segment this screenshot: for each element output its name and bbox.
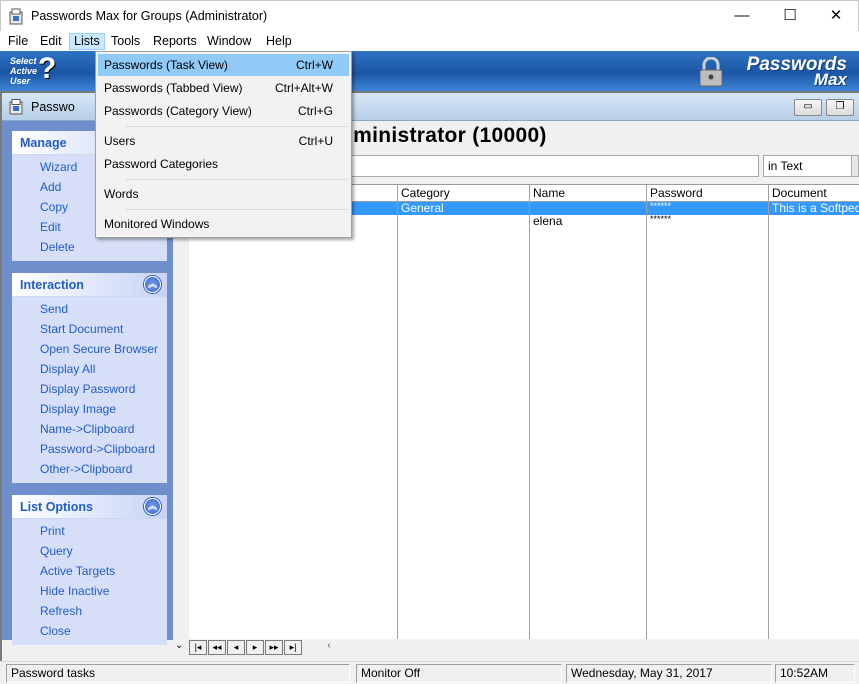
- lists-menu-dropdown: Passwords (Task View) Ctrl+W Passwords (…: [95, 51, 352, 238]
- question-mark-icon: ?: [38, 52, 57, 85]
- task-group-title: Manage: [20, 136, 67, 150]
- task-send[interactable]: Send: [12, 299, 167, 319]
- maximize-button[interactable]: ☐: [767, 1, 813, 32]
- menu-edit[interactable]: Edit: [36, 33, 66, 50]
- task-display-password[interactable]: Display Password: [12, 379, 167, 399]
- menu-item-users[interactable]: Users Ctrl+U: [98, 130, 349, 152]
- table-cell-password[interactable]: ******: [647, 200, 769, 213]
- status-monitor: Monitor Off: [356, 664, 562, 683]
- grid-column: [530, 202, 647, 639]
- child-window-title: Passwo: [31, 100, 75, 114]
- menu-separator: [126, 179, 347, 180]
- status-date: Wednesday, May 31, 2017: [566, 664, 772, 683]
- menu-bar: File Edit Lists Tools Reports Window Hel…: [0, 31, 859, 51]
- task-group-list-options: List Options ︽ Print Query Active Target…: [12, 495, 167, 645]
- close-button[interactable]: ✕: [813, 1, 859, 32]
- table-cell-password[interactable]: ******: [647, 213, 769, 226]
- table-cell-name[interactable]: elena: [530, 215, 647, 228]
- menu-help[interactable]: Help: [262, 33, 296, 50]
- child-restore-button[interactable]: ❐: [826, 99, 854, 116]
- task-group-header[interactable]: Interaction ︽: [12, 273, 167, 297]
- column-header-document[interactable]: Document: [769, 185, 859, 202]
- task-other-clipboard[interactable]: Other->Clipboard: [12, 459, 167, 479]
- search-input[interactable]: [336, 155, 759, 177]
- page-title: dministrator (10000): [340, 124, 547, 147]
- select-user-label: Select Active User: [10, 56, 38, 86]
- status-task: Password tasks: [6, 664, 350, 683]
- next-page-button[interactable]: ▸▸: [265, 640, 283, 655]
- passwords-grid: Category Name Password Document General …: [189, 184, 859, 639]
- status-bar: Password tasks Monitor Off Wednesday, Ma…: [0, 661, 859, 684]
- prior-record-button[interactable]: ◂: [227, 640, 245, 655]
- menu-item-monitored-windows[interactable]: Monitored Windows: [98, 213, 349, 235]
- minimize-button[interactable]: —: [719, 1, 765, 32]
- task-group-title: List Options: [20, 500, 93, 514]
- search-scope-select[interactable]: in Text: [763, 155, 859, 177]
- next-record-button[interactable]: ▸: [246, 640, 264, 655]
- task-password-clipboard[interactable]: Password->Clipboard: [12, 439, 167, 459]
- window-icon: [9, 99, 23, 115]
- grid-column: [189, 202, 398, 639]
- status-time: 10:52AM: [775, 664, 855, 683]
- task-group-interaction: Interaction ︽ Send Start Document Open S…: [12, 273, 167, 483]
- task-active-targets[interactable]: Active Targets: [12, 561, 167, 581]
- grid-column: [398, 202, 530, 639]
- menu-separator: [126, 209, 347, 210]
- task-display-image[interactable]: Display Image: [12, 399, 167, 419]
- task-name-clipboard[interactable]: Name->Clipboard: [12, 419, 167, 439]
- task-display-all[interactable]: Display All: [12, 359, 167, 379]
- table-cell-document[interactable]: This is a Softpedia: [769, 202, 859, 215]
- task-print[interactable]: Print: [12, 521, 167, 541]
- first-record-button[interactable]: |◂: [189, 640, 207, 655]
- grid-column: [647, 202, 769, 639]
- passwords-max-logo: Passwords Max: [693, 54, 853, 89]
- menu-item-passwords-task-view[interactable]: Passwords (Task View) Ctrl+W: [98, 54, 349, 76]
- child-minimize-button[interactable]: ▭: [794, 99, 822, 116]
- logo-text-max: Max: [813, 70, 847, 89]
- collapse-chevron-icon[interactable]: ︽: [144, 498, 161, 515]
- menu-item-passwords-tabbed-view[interactable]: Passwords (Tabbed View) Ctrl+Alt+W: [98, 77, 349, 99]
- menu-item-words[interactable]: Words: [98, 183, 349, 205]
- task-start-document[interactable]: Start Document: [12, 319, 167, 339]
- task-hide-inactive[interactable]: Hide Inactive: [12, 581, 167, 601]
- task-close[interactable]: Close: [12, 621, 167, 641]
- menu-item-password-categories[interactable]: Password Categories: [98, 153, 349, 175]
- scroll-left-icon[interactable]: ‹: [323, 640, 335, 655]
- window-title: Passwords Max for Groups (Administrator): [31, 9, 268, 23]
- search-scope-value: in Text: [768, 159, 803, 173]
- menu-lists[interactable]: Lists: [69, 33, 105, 50]
- padlock-icon: [699, 57, 723, 87]
- task-query[interactable]: Query: [12, 541, 167, 561]
- collapse-chevron-icon[interactable]: ︽: [144, 276, 161, 293]
- record-navigator: ⌄ |◂ ◂◂ ◂ ▸ ▸▸ ▸| ‹: [173, 639, 859, 657]
- menu-tools[interactable]: Tools: [107, 33, 144, 50]
- title-bar: Passwords Max for Groups (Administrator)…: [0, 0, 859, 31]
- column-header-category[interactable]: Category: [398, 185, 530, 202]
- app-icon: [9, 8, 23, 25]
- prior-page-button[interactable]: ◂◂: [208, 640, 226, 655]
- task-delete[interactable]: Delete: [12, 237, 167, 257]
- menu-reports[interactable]: Reports: [149, 33, 201, 50]
- last-record-button[interactable]: ▸|: [284, 640, 302, 655]
- dropdown-arrow-icon[interactable]: [851, 156, 858, 176]
- table-cell-category[interactable]: General: [398, 202, 530, 215]
- task-group-header[interactable]: List Options ︽: [12, 495, 167, 519]
- column-header-name[interactable]: Name: [530, 185, 647, 202]
- chevron-down-icon[interactable]: ⌄: [175, 640, 183, 651]
- select-active-user-button[interactable]: Select Active User ?: [6, 52, 64, 88]
- task-refresh[interactable]: Refresh: [12, 601, 167, 621]
- menu-window[interactable]: Window: [203, 33, 255, 50]
- task-group-title: Interaction: [20, 278, 84, 292]
- menu-item-passwords-category-view[interactable]: Passwords (Category View) Ctrl+G: [98, 100, 349, 122]
- menu-file[interactable]: File: [4, 33, 32, 50]
- menu-separator: [126, 126, 347, 127]
- task-open-secure-browser[interactable]: Open Secure Browser: [12, 339, 167, 359]
